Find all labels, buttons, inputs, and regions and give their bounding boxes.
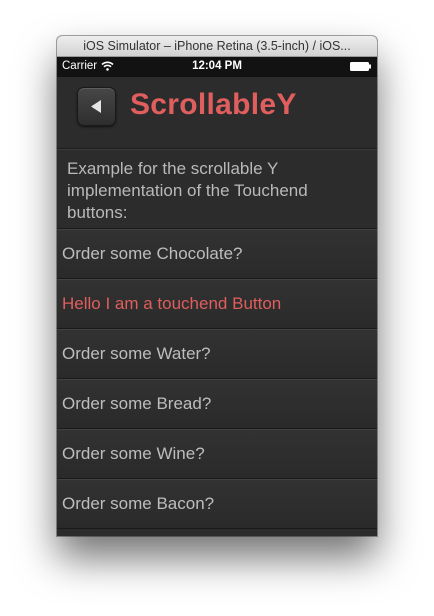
back-button[interactable] <box>77 87 116 126</box>
list-item-bacon[interactable]: Order some Bacon? <box>57 479 377 529</box>
phone-screen: Carrier 12:04 PM ScrollableY Example for… <box>57 57 377 536</box>
intro-text: Example for the scrollable Y implementat… <box>57 149 377 229</box>
nav-header: ScrollableY <box>57 77 377 149</box>
battery-icon <box>350 62 371 71</box>
list-item-bread[interactable]: Order some Bread? <box>57 379 377 429</box>
back-arrow-icon <box>91 100 101 113</box>
list-item-touchend[interactable]: Hello I am a touchend Button <box>57 279 377 329</box>
status-bar: Carrier 12:04 PM <box>57 57 377 77</box>
page-title: ScrollableY <box>130 88 297 121</box>
window-titlebar[interactable]: iOS Simulator – iPhone Retina (3.5-inch)… <box>57 36 377 57</box>
button-list: Order some Chocolate? Hello I am a touch… <box>57 229 377 529</box>
list-item-wine[interactable]: Order some Wine? <box>57 429 377 479</box>
list-item-water[interactable]: Order some Water? <box>57 329 377 379</box>
list-item-chocolate[interactable]: Order some Chocolate? <box>57 229 377 279</box>
status-time: 12:04 PM <box>192 60 242 72</box>
simulator-window: iOS Simulator – iPhone Retina (3.5-inch)… <box>57 36 377 536</box>
